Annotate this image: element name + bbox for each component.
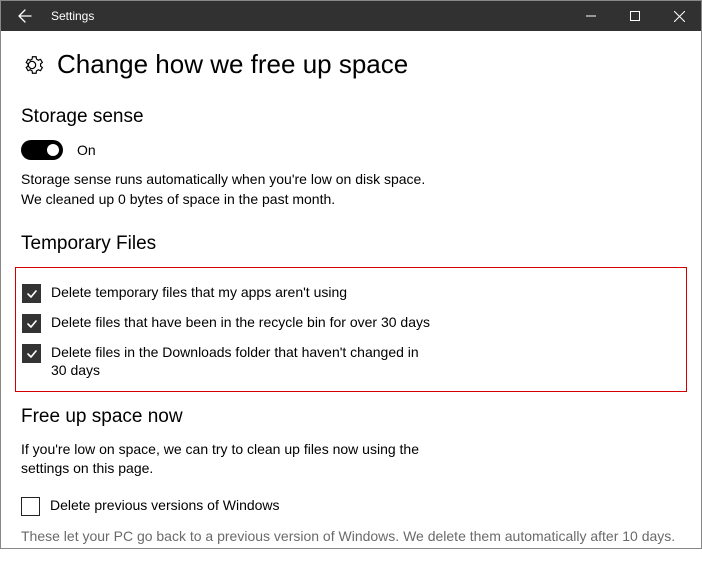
close-button[interactable]	[657, 1, 701, 31]
back-arrow-icon	[17, 8, 33, 24]
checkbox-temp-apps[interactable]	[22, 284, 41, 303]
temp-files-option-1: Delete temporary files that my apps aren…	[22, 278, 680, 308]
temporary-files-heading: Temporary Files	[21, 233, 681, 255]
free-up-heading: Free up space now	[21, 406, 681, 428]
checkmark-icon	[26, 288, 38, 300]
content-area: Change how we free up space Storage sens…	[1, 31, 701, 566]
toggle-label: On	[77, 142, 96, 158]
titlebar: Settings	[1, 1, 701, 31]
storage-sense-heading: Storage sense	[21, 106, 681, 128]
back-button[interactable]	[5, 1, 45, 31]
checkbox-recycle-bin[interactable]	[22, 314, 41, 333]
checkbox-label: Delete previous versions of Windows	[50, 496, 280, 514]
temp-files-option-2: Delete files that have been in the recyc…	[22, 308, 680, 338]
window-controls	[569, 1, 701, 31]
page-title: Change how we free up space	[57, 49, 408, 80]
checkbox-label: Delete temporary files that my apps aren…	[51, 283, 347, 301]
free-up-section: Free up space now If you're low on space…	[21, 406, 681, 547]
storage-sense-description: Storage sense runs automatically when yo…	[21, 170, 681, 209]
free-up-footnote: These let your PC go back to a previous …	[21, 527, 681, 547]
minimize-icon	[586, 11, 596, 21]
storage-sense-toggle[interactable]	[21, 140, 63, 160]
toggle-thumb	[47, 144, 59, 156]
storage-sense-toggle-row: On	[21, 140, 681, 160]
gear-icon	[21, 54, 43, 76]
highlight-box: Delete temporary files that my apps aren…	[15, 267, 687, 391]
checkbox-previous-windows[interactable]	[21, 497, 40, 516]
free-up-description: If you're low on space, we can try to cl…	[21, 440, 441, 479]
delete-previous-windows-row: Delete previous versions of Windows	[21, 491, 681, 521]
maximize-icon	[630, 11, 640, 21]
window-title: Settings	[51, 9, 569, 23]
page-header: Change how we free up space	[21, 49, 681, 80]
maximize-button[interactable]	[613, 1, 657, 31]
checkbox-label: Delete files that have been in the recyc…	[51, 313, 430, 331]
checkbox-downloads[interactable]	[22, 344, 41, 363]
checkmark-icon	[26, 348, 38, 360]
checkbox-label: Delete files in the Downloads folder tha…	[51, 343, 431, 379]
temp-files-option-3: Delete files in the Downloads folder tha…	[22, 338, 680, 384]
close-icon	[674, 11, 685, 22]
minimize-button[interactable]	[569, 1, 613, 31]
checkmark-icon	[26, 318, 38, 330]
